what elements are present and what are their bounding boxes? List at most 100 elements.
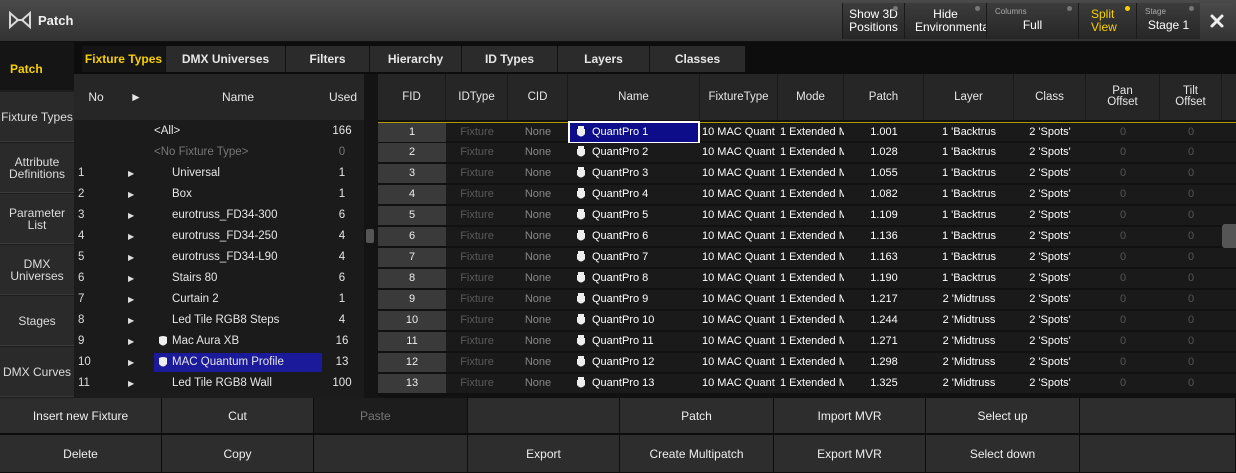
nav-parameter-list[interactable]: Parameter List: [0, 194, 74, 244]
fixture-row[interactable]: 13 Fixture None QuantPro 13 10 MAC Quant 1 Ex…: [378, 374, 1236, 393]
pan-offset-cell[interactable]: 0: [1086, 206, 1160, 225]
col-fixturetype[interactable]: FixtureType: [700, 74, 778, 120]
fixture-name-cell[interactable]: QuantPro 1: [568, 121, 700, 144]
class-cell[interactable]: 2 'Spots': [1014, 164, 1086, 183]
fixturetype-cell[interactable]: 10 MAC Quant: [700, 374, 778, 393]
expand-arrow-icon[interactable]: ▶: [128, 206, 144, 225]
patch-cell[interactable]: 1.136: [844, 227, 924, 246]
expand-arrow-icon[interactable]: ▶: [128, 269, 144, 288]
layer-cell[interactable]: 1 'Backtrus: [924, 248, 1014, 267]
tab-classes[interactable]: Classes: [650, 46, 746, 72]
cid-cell[interactable]: None: [508, 353, 568, 372]
class-cell[interactable]: 2 'Spots': [1014, 123, 1086, 142]
patch-cell[interactable]: 1.190: [844, 269, 924, 288]
fixture-row[interactable]: 2 Fixture None QuantPro 2 10 MAC Quant 1 Exte…: [378, 143, 1236, 162]
close-button[interactable]: [1200, 3, 1233, 39]
tab-hierarchy[interactable]: Hierarchy: [370, 46, 462, 72]
cid-cell[interactable]: None: [508, 332, 568, 351]
class-cell[interactable]: 2 'Spots': [1014, 290, 1086, 309]
class-cell[interactable]: 2 'Spots': [1014, 332, 1086, 351]
import-mvr-button[interactable]: Import MVR: [774, 398, 926, 434]
fixture-type-row[interactable]: 6 ▶ Stairs 80 6: [74, 269, 364, 288]
paste-button[interactable]: Paste: [314, 398, 468, 434]
cid-cell[interactable]: None: [508, 374, 568, 393]
fixture-row[interactable]: 11 Fixture None QuantPro 11 10 MAC Quant 1 Ex…: [378, 332, 1236, 351]
pan-offset-cell[interactable]: 0: [1086, 353, 1160, 372]
splitter-handle[interactable]: [366, 229, 374, 243]
patch-cell[interactable]: 1.271: [844, 332, 924, 351]
fixture-type-row[interactable]: 8 ▶ Led Tile RGB8 Steps 4: [74, 311, 364, 330]
fixture-row[interactable]: 9 Fixture None QuantPro 9 10 MAC Quant 1 Exte…: [378, 290, 1236, 309]
fid-cell[interactable]: 9: [378, 290, 446, 309]
pan-offset-cell[interactable]: 0: [1086, 332, 1160, 351]
tilt-offset-cell[interactable]: 0: [1160, 143, 1222, 162]
col-fid[interactable]: FID: [378, 74, 446, 120]
mode-cell[interactable]: 1 Extended Mo: [778, 185, 844, 204]
nav-patch[interactable]: Patch: [0, 42, 74, 90]
tilt-offset-cell[interactable]: 0: [1160, 227, 1222, 246]
fixturetype-cell[interactable]: 10 MAC Quant: [700, 290, 778, 309]
col-patch[interactable]: Patch: [844, 74, 924, 120]
cid-cell[interactable]: None: [508, 123, 568, 142]
col-pan-offset[interactable]: Pan Offset: [1086, 74, 1160, 120]
fixturetype-cell[interactable]: 10 MAC Quant: [700, 123, 778, 142]
class-cell[interactable]: 2 'Spots': [1014, 206, 1086, 225]
nav-stages[interactable]: Stages: [0, 296, 74, 346]
expand-arrow-icon[interactable]: ▶: [128, 332, 144, 351]
class-cell[interactable]: 2 'Spots': [1014, 227, 1086, 246]
pan-offset-cell[interactable]: 0: [1086, 248, 1160, 267]
fixture-name-cell[interactable]: QuantPro 11: [570, 332, 698, 351]
class-cell[interactable]: 2 'Spots': [1014, 353, 1086, 372]
expand-arrow-icon[interactable]: ▶: [128, 290, 144, 309]
fixture-name-cell[interactable]: QuantPro 2: [570, 143, 698, 162]
patch-cell[interactable]: 1.217: [844, 290, 924, 309]
empty-button[interactable]: [1080, 435, 1236, 473]
fixture-name-cell[interactable]: QuantPro 3: [570, 164, 698, 183]
fid-cell[interactable]: 11: [378, 332, 446, 351]
fixture-name-cell[interactable]: QuantPro 9: [570, 290, 698, 309]
mode-cell[interactable]: 1 Extended Mo: [778, 290, 844, 309]
fixture-row[interactable]: 10 Fixture None QuantPro 10 10 MAC Quant 1 Ex…: [378, 311, 1236, 330]
fixturetype-cell[interactable]: 10 MAC Quant: [700, 206, 778, 225]
fixturetype-cell[interactable]: 10 MAC Quant: [700, 269, 778, 288]
patch-cell[interactable]: 1.325: [844, 374, 924, 393]
col-used[interactable]: Used: [324, 74, 362, 120]
fixture-name-cell[interactable]: QuantPro 12: [570, 353, 698, 372]
layer-cell[interactable]: 2 'Midtruss: [924, 311, 1014, 330]
layer-cell[interactable]: 2 'Midtruss: [924, 332, 1014, 351]
class-cell[interactable]: 2 'Spots': [1014, 374, 1086, 393]
mode-cell[interactable]: 1 Extended Mo: [778, 374, 844, 393]
expand-arrow-icon[interactable]: ▶: [128, 374, 144, 393]
select-up-button[interactable]: Select up: [926, 398, 1080, 434]
create-multipatch-button[interactable]: Create Multipatch: [620, 435, 774, 473]
layer-cell[interactable]: 1 'Backtrus: [924, 123, 1014, 142]
fixture-row[interactable]: 3 Fixture None QuantPro 3 10 MAC Quant 1 Exte…: [378, 164, 1236, 183]
col-no[interactable]: No: [74, 74, 118, 120]
idtype-cell[interactable]: Fixture: [446, 206, 508, 225]
tilt-offset-cell[interactable]: 0: [1160, 123, 1222, 142]
patch-button[interactable]: Patch: [620, 398, 774, 434]
delete-button[interactable]: Delete: [0, 435, 162, 473]
fixturetype-cell[interactable]: 10 MAC Quant: [700, 353, 778, 372]
patch-cell[interactable]: 1.109: [844, 206, 924, 225]
empty-button[interactable]: [1080, 398, 1236, 434]
fid-cell[interactable]: 6: [378, 227, 446, 246]
fid-cell[interactable]: 1: [378, 123, 446, 142]
fixturetype-cell[interactable]: 10 MAC Quant: [700, 185, 778, 204]
patch-cell[interactable]: 1.028: [844, 143, 924, 162]
stage-select[interactable]: Stage Stage 1: [1136, 3, 1200, 39]
tab-filters[interactable]: Filters: [286, 46, 370, 72]
nav-dmx-universes[interactable]: DMX Universes: [0, 245, 74, 295]
expand-arrow-icon[interactable]: ▶: [128, 164, 144, 183]
fixture-name-cell[interactable]: QuantPro 7: [570, 248, 698, 267]
fixture-name-cell[interactable]: QuantPro 8: [570, 269, 698, 288]
pan-offset-cell[interactable]: 0: [1086, 269, 1160, 288]
layer-cell[interactable]: 1 'Backtrus: [924, 143, 1014, 162]
fid-cell[interactable]: 8: [378, 269, 446, 288]
layer-cell[interactable]: 1 'Backtrus: [924, 185, 1014, 204]
expand-arrow-icon[interactable]: ▶: [128, 227, 144, 246]
idtype-cell[interactable]: Fixture: [446, 374, 508, 393]
patch-cell[interactable]: 1.163: [844, 248, 924, 267]
fid-cell[interactable]: 2: [378, 143, 446, 162]
patch-cell[interactable]: 1.082: [844, 185, 924, 204]
